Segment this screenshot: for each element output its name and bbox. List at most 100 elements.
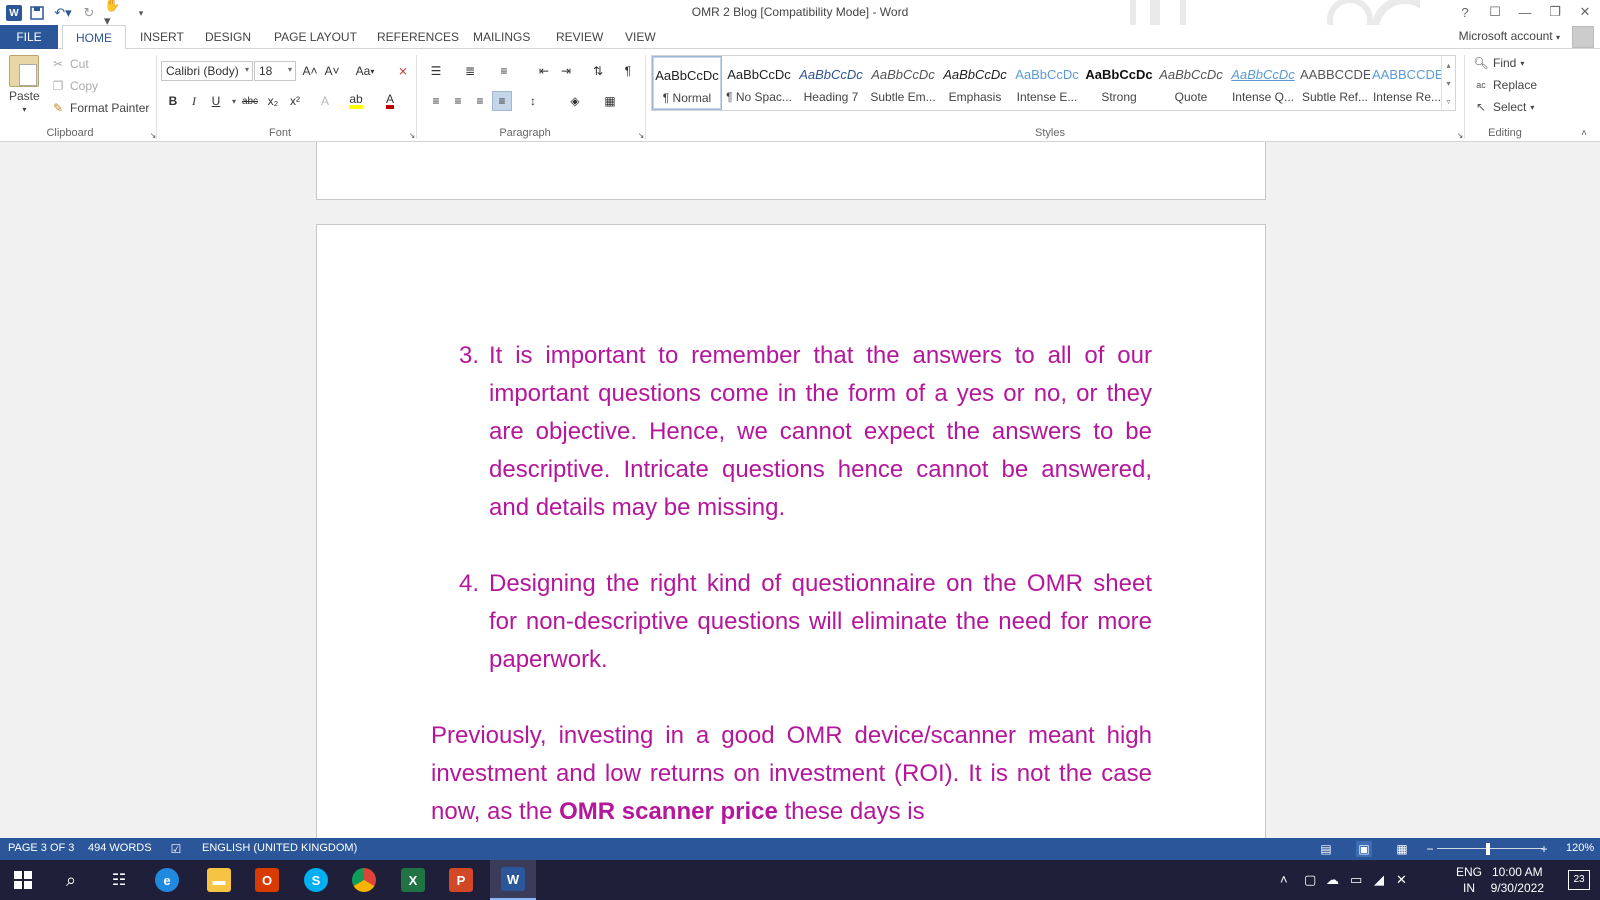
word-count[interactable]: 494 WORDS — [88, 842, 152, 854]
bullets-icon[interactable]: ☰ — [426, 61, 446, 81]
minimize-button[interactable]: — — [1510, 0, 1540, 24]
taskbar-app-chrome[interactable] — [341, 860, 387, 900]
read-mode-icon[interactable]: ▤ — [1318, 841, 1334, 857]
style-item[interactable]: AaBbCcDc Heading 7 — [796, 56, 866, 110]
language-status[interactable]: ENGLISH (UNITED KINGDOM) — [202, 842, 357, 854]
taskbar-app-skype[interactable]: S — [293, 860, 339, 900]
meet-now-icon[interactable]: ▢ — [1304, 872, 1316, 888]
current-page[interactable]: 3. It is important to remember that the … — [316, 224, 1266, 838]
zoom-out-icon[interactable]: − — [1422, 841, 1438, 857]
dialog-launcher-icon[interactable]: ↘ — [633, 127, 649, 143]
style-item[interactable]: AaBbCcDc Emphasis — [940, 56, 1010, 110]
close-button[interactable]: ✕ — [1570, 0, 1600, 24]
ribbon-display-options-button[interactable]: ☐ — [1480, 0, 1510, 24]
strikethrough-button[interactable]: abc — [239, 91, 261, 111]
search-button[interactable]: ⌕ — [48, 860, 94, 900]
bold-button[interactable]: B — [163, 91, 183, 111]
zoom-slider-thumb[interactable] — [1486, 843, 1490, 855]
shading-icon[interactable]: ◈ — [565, 91, 585, 111]
input-language[interactable]: ENG IN — [1456, 864, 1482, 896]
battery-icon[interactable]: ▭ — [1350, 872, 1362, 888]
align-right-icon[interactable]: ≡ — [470, 91, 490, 111]
taskbar-app-edge[interactable]: e — [144, 860, 190, 900]
style-item[interactable]: AaBbCcDc ¶ No Spac... — [724, 56, 794, 110]
restore-button[interactable]: ❐ — [1540, 0, 1570, 24]
dialog-launcher-icon[interactable]: ↘ — [145, 127, 161, 143]
tab-insert[interactable]: INSERT — [140, 25, 184, 49]
web-layout-icon[interactable]: ▦ — [1394, 841, 1410, 857]
previous-page[interactable] — [316, 142, 1266, 200]
dialog-launcher-icon[interactable]: ↘ — [404, 127, 420, 143]
sort-icon[interactable]: ⇅ — [588, 61, 608, 81]
zoom-level[interactable]: 120% — [1566, 842, 1594, 854]
taskbar-app-word[interactable]: W — [490, 860, 536, 900]
superscript-button[interactable]: x² — [285, 91, 305, 111]
tab-mailings[interactable]: MAILINGS — [473, 25, 530, 49]
collapse-ribbon-icon[interactable]: ˄ — [1576, 125, 1592, 141]
line-spacing-icon[interactable]: ↕ — [523, 91, 543, 111]
zoom-in-icon[interactable]: + — [1536, 841, 1552, 857]
help-button[interactable]: ? — [1450, 0, 1480, 24]
show-hidden-icons-icon[interactable]: ˄ — [1280, 872, 1288, 887]
tab-home[interactable]: HOME — [62, 25, 126, 50]
onedrive-icon[interactable]: ☁ — [1326, 872, 1339, 888]
style-item[interactable]: AaBbCcDc Subtle Em... — [868, 56, 938, 110]
list-item-4-text[interactable]: Designing the right kind of questionnair… — [489, 565, 1152, 679]
account-menu[interactable]: Microsoft account ▾ — [1459, 29, 1560, 43]
find-button[interactable]: 🔍︎ Find ▾ — [1473, 55, 1524, 71]
style-item[interactable]: AABBCCDE Intense Re... — [1372, 56, 1442, 110]
cut-button[interactable]: ✂ Cut — [50, 56, 89, 72]
style-item[interactable]: AaBbCcDc Intense Q... — [1228, 56, 1298, 110]
grow-font-button[interactable]: A˄ — [300, 61, 320, 81]
clock[interactable]: 10:00 AM 9/30/2022 — [1491, 864, 1544, 896]
show-hide-marks-icon[interactable]: ¶ — [618, 61, 638, 81]
shrink-font-button[interactable]: A˅ — [322, 61, 342, 81]
style-item[interactable]: AABBCCDE Subtle Ref... — [1300, 56, 1370, 110]
clear-formatting-icon[interactable]: ⨯ — [393, 61, 413, 81]
style-item[interactable]: AaBbCcDc Intense E... — [1012, 56, 1082, 110]
select-button[interactable]: ↖ Select ▾ — [1473, 99, 1534, 115]
font-name-combo[interactable]: Calibri (Body) ▾ — [161, 61, 253, 81]
increase-indent-icon[interactable]: ⇥ — [556, 61, 576, 81]
style-item[interactable]: AaBbCcDc Quote — [1156, 56, 1226, 110]
gallery-down-icon[interactable]: ▾ — [1441, 74, 1455, 92]
decrease-indent-icon[interactable]: ⇤ — [534, 61, 554, 81]
tab-references[interactable]: REFERENCES — [377, 25, 459, 49]
start-button[interactable] — [0, 860, 46, 900]
italic-button[interactable]: I — [184, 91, 204, 111]
multilevel-list-icon[interactable]: ≡ — [494, 61, 514, 81]
font-color-icon[interactable]: A — [380, 91, 400, 111]
zoom-slider[interactable] — [1437, 848, 1543, 849]
tab-file[interactable]: FILE — [0, 25, 58, 49]
text-effects-icon[interactable]: A — [315, 91, 335, 111]
tab-review[interactable]: REVIEW — [556, 25, 603, 49]
style-item[interactable]: AaBbCcDc Strong — [1084, 56, 1154, 110]
notifications-button[interactable]: 23 — [1568, 870, 1590, 890]
list-item-3-text[interactable]: It is important to remember that the ans… — [489, 337, 1152, 527]
page-count[interactable]: PAGE 3 OF 3 — [8, 842, 74, 854]
gallery-more-icon[interactable]: ▿ — [1441, 92, 1455, 110]
justify-icon[interactable]: ≡ — [492, 91, 512, 111]
taskbar-app-office[interactable]: O — [244, 860, 290, 900]
format-painter-button[interactable]: ✎ Format Painter — [50, 100, 149, 116]
tab-design[interactable]: DESIGN — [205, 25, 251, 49]
taskbar-app-powerpoint[interactable]: P — [438, 860, 484, 900]
tab-page-layout[interactable]: PAGE LAYOUT — [274, 25, 357, 49]
taskbar-app-excel[interactable]: X — [390, 860, 436, 900]
avatar[interactable] — [1572, 26, 1594, 48]
proofing-icon[interactable]: ☑ — [168, 841, 184, 857]
borders-icon[interactable]: ▦ — [600, 91, 620, 111]
paste-button[interactable]: Paste ▾ — [9, 55, 40, 114]
print-layout-icon[interactable]: ▣ — [1356, 841, 1372, 857]
subscript-button[interactable]: x₂ — [263, 91, 283, 111]
tab-view[interactable]: VIEW — [625, 25, 656, 49]
highlight-icon[interactable]: ab — [346, 91, 366, 111]
document-area[interactable]: 3. It is important to remember that the … — [0, 142, 1600, 838]
change-case-button[interactable]: Aa ▾ — [350, 61, 380, 81]
task-view-button[interactable]: ☷ — [96, 860, 142, 900]
align-center-icon[interactable]: ≡ — [448, 91, 468, 111]
dialog-launcher-icon[interactable]: ↘ — [1452, 127, 1468, 143]
copy-button[interactable]: ❐ Copy — [50, 78, 98, 94]
numbering-icon[interactable]: ≣ — [460, 61, 480, 81]
align-left-icon[interactable]: ≡ — [426, 91, 446, 111]
